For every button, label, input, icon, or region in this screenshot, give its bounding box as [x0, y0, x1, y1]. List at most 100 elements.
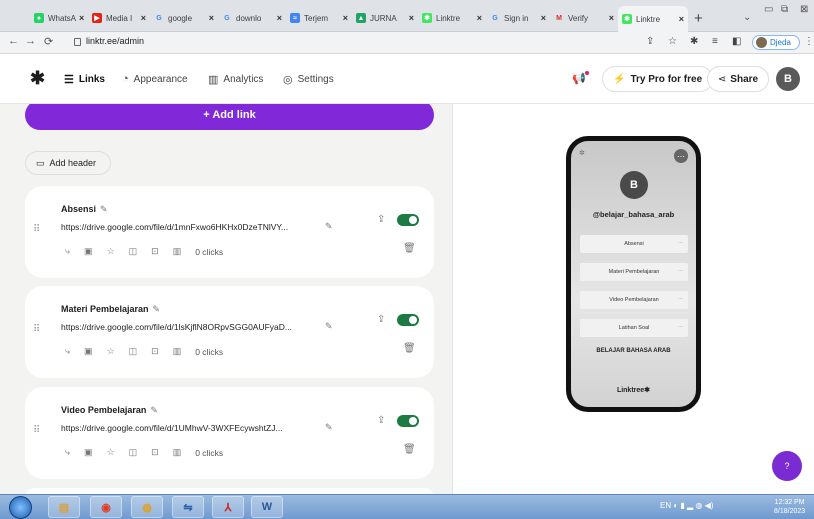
close-icon[interactable]: × — [406, 13, 414, 23]
browser-tab[interactable]: ● WhatsA × — [30, 6, 88, 30]
browser-tab[interactable]: ✱ Linktre × — [418, 6, 486, 30]
drag-handle-icon[interactable]: ⠿ — [33, 425, 40, 436]
new-tab-button[interactable]: + — [694, 10, 703, 27]
close-icon[interactable]: × — [606, 13, 614, 23]
url-field[interactable]: linktr.ee/admin — [86, 36, 144, 46]
browser-tab[interactable]: ≈ Terjem × — [286, 6, 352, 30]
share-icon[interactable]: ⇪ — [377, 314, 385, 325]
close-icon[interactable]: × — [76, 13, 84, 23]
link-url[interactable]: https://drive.google.com/file/d/1mnFxwo6… — [61, 222, 288, 232]
try-pro-button[interactable]: ⚡ Try Pro for free — [602, 66, 714, 92]
nav-links[interactable]: ☰ Links — [64, 73, 105, 86]
acrobat-taskbar-icon[interactable]: ⅄ — [212, 496, 244, 518]
lock-icon[interactable]: ⊡ — [151, 346, 159, 357]
link-title[interactable]: Absensi ✎ — [61, 204, 108, 215]
profile-button[interactable]: Djeda — [752, 35, 800, 50]
start-button[interactable] — [9, 496, 32, 519]
redirect-icon[interactable]: ⤷ — [65, 346, 70, 357]
back-icon[interactable]: ← — [8, 35, 19, 47]
edit-pencil-icon[interactable]: ✎ — [153, 304, 161, 314]
enable-toggle[interactable] — [397, 214, 419, 226]
thumbnail-icon[interactable]: ▣ — [84, 346, 93, 357]
close-icon[interactable]: × — [274, 13, 282, 23]
link-title[interactable]: Materi Pembelajaran ✎ — [61, 304, 160, 315]
add-link-button[interactable]: + Add link — [25, 104, 434, 130]
nav-analytics[interactable]: ▥ Analytics — [208, 73, 263, 86]
trash-icon[interactable]: 🗑 — [403, 243, 416, 254]
menu-kebab-icon[interactable]: ⋮ — [804, 36, 814, 47]
schedule-icon[interactable]: ◫ — [129, 346, 138, 357]
extension-icon[interactable]: ✱ — [690, 36, 698, 47]
close-icon[interactable]: × — [340, 13, 348, 23]
share-page-icon[interactable]: ⇪ — [646, 36, 654, 47]
megaphone-icon[interactable]: 📢 — [572, 71, 589, 85]
lock-icon[interactable]: ⊡ — [151, 447, 159, 458]
analytics-icon[interactable]: ▥ — [173, 246, 182, 257]
preview-link-button[interactable]: Materi Pembelajaran ⋯ — [580, 263, 688, 281]
language-indicator[interactable]: EN — [660, 501, 671, 510]
link-title[interactable]: Video Pembelajaran ✎ — [61, 405, 158, 416]
close-icon[interactable]: × — [676, 14, 684, 24]
browser-tab[interactable]: M Verify × — [550, 6, 618, 30]
drag-handle-icon[interactable]: ⠿ — [33, 324, 40, 335]
enable-toggle[interactable] — [397, 415, 419, 427]
close-icon[interactable]: × — [138, 13, 146, 23]
reading-list-icon[interactable]: ≡ — [712, 36, 718, 47]
star-icon[interactable]: ☆ — [107, 447, 115, 458]
analytics-icon[interactable]: ▥ — [173, 447, 182, 458]
chevron-down-icon[interactable]: ⌄ — [743, 12, 751, 23]
browser-tab[interactable]: Ggoogle × — [150, 6, 218, 30]
redirect-icon[interactable]: ⤷ — [65, 447, 70, 458]
edit-pencil-icon[interactable]: ✎ — [325, 321, 333, 332]
star-icon[interactable]: ☆ — [107, 246, 115, 257]
trash-icon[interactable]: 🗑 — [403, 444, 416, 455]
nav-appearance[interactable]: ◔ Appearance — [122, 73, 188, 85]
bookmark-star-icon[interactable]: ☆ — [668, 36, 677, 47]
analytics-icon[interactable]: ▥ — [173, 346, 182, 357]
schedule-icon[interactable]: ◫ — [129, 246, 138, 257]
lock-icon[interactable]: ⊡ — [151, 246, 159, 257]
minimize-button[interactable]: ▭ — [764, 4, 773, 15]
drag-handle-icon[interactable]: ⠿ — [33, 224, 40, 235]
forward-icon[interactable]: → — [25, 35, 36, 47]
reload-icon[interactable]: ⟳ — [44, 35, 53, 48]
browser-tab[interactable]: ▲ JURNA × — [352, 6, 418, 30]
enable-toggle[interactable] — [397, 314, 419, 326]
close-window-button[interactable]: ⊠ — [800, 4, 808, 15]
star-icon[interactable]: ☆ — [107, 346, 115, 357]
thumbnail-icon[interactable]: ▣ — [84, 246, 93, 257]
edit-pencil-icon[interactable]: ✎ — [325, 422, 333, 433]
schedule-icon[interactable]: ◫ — [129, 447, 138, 458]
link-url[interactable]: https://drive.google.com/file/d/1UMhwV-3… — [61, 423, 283, 433]
tray-icons[interactable]: ◐ ▮ ▂ ◍ ◀) — [673, 501, 713, 510]
clock[interactable]: 12:32 PM 8/18/2023 — [774, 498, 805, 516]
close-icon[interactable]: × — [206, 13, 214, 23]
avatar[interactable]: B — [776, 67, 800, 91]
network-taskbar-icon[interactable]: ⇋ — [172, 496, 204, 518]
close-icon[interactable]: × — [538, 13, 546, 23]
add-header-button[interactable]: ▭ Add header — [25, 151, 111, 175]
sidepanel-icon[interactable]: ◧ — [732, 36, 741, 47]
word-taskbar-icon[interactable]: W — [251, 496, 283, 518]
browser-tab-active[interactable]: ✱ Linktre × — [618, 6, 688, 32]
explorer-taskbar-icon[interactable]: ▤ — [48, 496, 80, 518]
trash-icon[interactable]: 🗑 — [403, 343, 416, 354]
share-icon[interactable]: ⇪ — [377, 214, 385, 225]
more-icon[interactable]: ⋯ — [674, 149, 688, 163]
preview-link-button[interactable]: Latihan Soal ⋯ — [580, 319, 688, 337]
edit-pencil-icon[interactable]: ✎ — [325, 221, 333, 232]
close-icon[interactable]: × — [474, 13, 482, 23]
share-icon[interactable]: ⇪ — [377, 415, 385, 426]
help-button[interactable]: ? — [772, 451, 802, 481]
linktree-logo-icon[interactable]: ✱ — [30, 68, 45, 89]
redirect-icon[interactable]: ⤷ — [65, 246, 70, 257]
restore-button[interactable]: ⧉ — [781, 4, 788, 15]
media-taskbar-icon[interactable]: ◉ — [90, 496, 122, 518]
browser-tab[interactable]: G Sign in × — [486, 6, 550, 30]
preview-link-button[interactable]: Absensi ⋯ — [580, 235, 688, 253]
edit-pencil-icon[interactable]: ✎ — [100, 204, 108, 214]
link-url[interactable]: https://drive.google.com/file/d/1lsKjflN… — [61, 322, 292, 332]
preview-link-button[interactable]: Video Pembelajaran ⋯ — [580, 291, 688, 309]
nav-settings[interactable]: ◎ Settings — [283, 73, 334, 86]
share-button[interactable]: ⋖ Share — [707, 66, 769, 92]
